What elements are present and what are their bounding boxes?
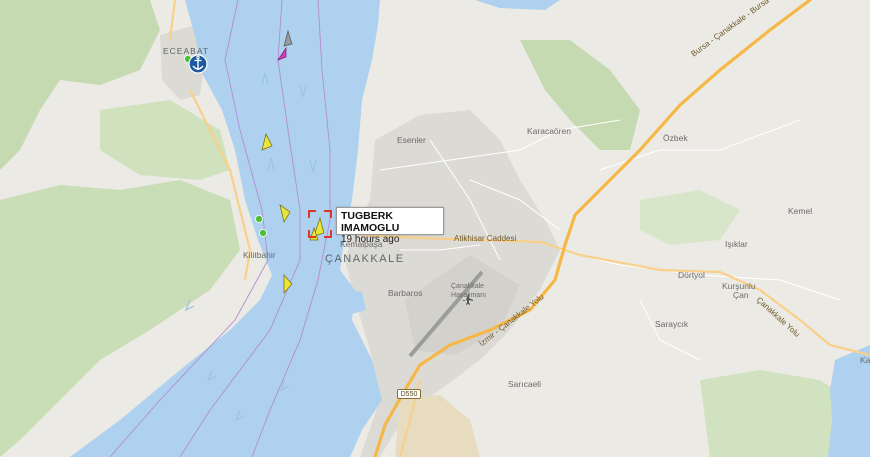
vessel-last-seen: 19 hours ago [341, 234, 400, 245]
place-label-can: Çan [733, 290, 749, 300]
place-label-saraycik: Saraycık [655, 319, 689, 329]
road-label-atikhisar: Atikhisar Caddesi [454, 234, 517, 243]
vessel-tooltip[interactable]: TUGBERK IMAMOGLU 19 hours ago [336, 207, 444, 245]
place-label-dortyol: Dörtyol [678, 270, 705, 280]
place-label-ozbek: Özbek [663, 133, 688, 143]
vessel-dot-marker[interactable] [258, 228, 267, 237]
place-label-esenler: Esenler [397, 135, 426, 145]
place-label-kilitbahir: Kilitbahir [243, 250, 276, 260]
place-label-canakkale: ÇANAKKALE [325, 253, 405, 265]
route-shield-d550: D550 [397, 389, 421, 399]
place-label-barbaros: Barbaros [388, 288, 423, 298]
place-label-airport-line2: Havalimanı [451, 292, 487, 299]
place-label-ka: Ka [860, 355, 870, 365]
place-label-isiklar: Işıklar [725, 239, 748, 249]
vessel-selection-box[interactable] [308, 210, 332, 238]
vessel-dot-marker[interactable] [254, 214, 263, 223]
place-label-sarcaeli: Sarıcaeli [508, 379, 542, 389]
place-label-karacaoren: Karacaören [527, 126, 571, 136]
place-label-eceabat: ECEABAT [163, 46, 210, 56]
anchor-icon[interactable] [188, 54, 208, 74]
vessel-name: TUGBERK IMAMOGLU [341, 210, 400, 234]
place-label-airport-line1: Çanakkale [451, 283, 485, 290]
place-label-kemel: Kemel [788, 206, 813, 216]
